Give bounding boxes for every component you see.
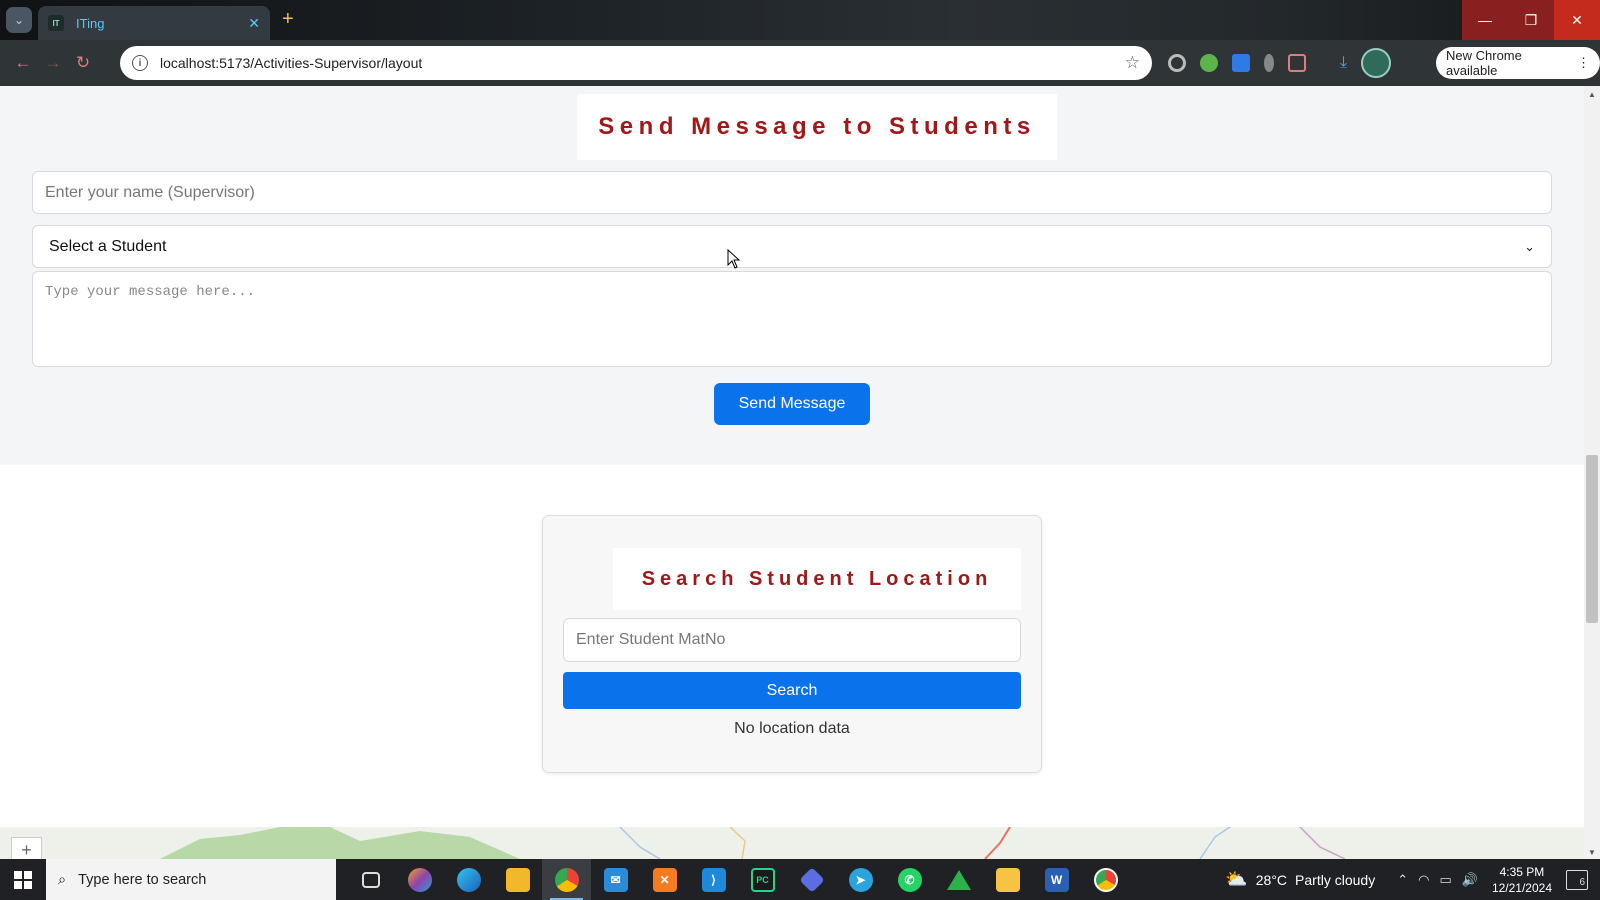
file-explorer-icon[interactable] xyxy=(983,859,1032,900)
android-studio-icon[interactable] xyxy=(934,859,983,900)
supervisor-name-input[interactable]: Enter your name (Supervisor) xyxy=(32,171,1552,214)
chrome-profile-icon[interactable] xyxy=(1081,859,1130,900)
notifications-icon[interactable]: 6 xyxy=(1566,869,1588,890)
map-tiles xyxy=(160,826,1346,859)
page-scrollbar[interactable]: ▲ ▼ xyxy=(1584,86,1600,859)
clock[interactable]: 4:35 PM 12/21/2024 xyxy=(1492,864,1552,896)
page-viewport: Send Message to Students Enter your name… xyxy=(0,86,1584,859)
extension-gray-icon[interactable] xyxy=(1264,54,1274,72)
start-windows-icon[interactable] xyxy=(0,859,46,900)
download-icon[interactable]: ⤓ xyxy=(1340,54,1347,72)
scroll-thumb[interactable] xyxy=(1586,455,1598,623)
location-status: No location data xyxy=(734,720,850,737)
browser-titlebar: ⌄ IT ITing ✕ + — ❐ ✕ xyxy=(0,0,1600,40)
map-zoom-in-button[interactable]: + xyxy=(11,837,42,859)
extension-green-icon[interactable] xyxy=(1200,54,1218,72)
weather-cloud-icon: ⛅ xyxy=(1225,869,1248,889)
scroll-down-icon[interactable]: ▼ xyxy=(1588,848,1596,857)
extension-circle-icon[interactable] xyxy=(1168,54,1186,72)
minimize-icon[interactable]: — xyxy=(1462,0,1508,40)
student-select[interactable]: Select a Student ⌄ xyxy=(32,225,1552,268)
reload-icon[interactable]: ↻ xyxy=(68,53,98,73)
copilot-icon[interactable] xyxy=(395,859,444,900)
url-text[interactable]: localhost:5173/Activities-Supervisor/lay… xyxy=(160,55,1125,71)
browser-toolbar: ← → ↻ i localhost:5173/Activities-Superv… xyxy=(0,40,1600,86)
chevron-down-icon: ⌄ xyxy=(1524,238,1535,254)
scroll-up-icon[interactable]: ▲ xyxy=(1588,90,1596,99)
browser-tab[interactable]: IT ITing ✕ xyxy=(38,6,270,40)
update-label: New Chrome available xyxy=(1446,48,1522,78)
weather-temp: 28°C xyxy=(1255,871,1288,888)
site-info-icon[interactable]: i xyxy=(132,55,148,71)
whatsapp-icon[interactable]: ✆ xyxy=(885,859,934,900)
tray-icons: ⌃ ◠ ▭ 🔊 xyxy=(1397,872,1478,888)
window-controls: — ❐ ✕ xyxy=(1462,0,1600,40)
battery-icon[interactable]: ▭ xyxy=(1439,872,1451,888)
extensions-area: ⤓ xyxy=(1168,48,1392,78)
send-message-heading: Send Message to Students xyxy=(577,94,1057,160)
task-view-icon[interactable] xyxy=(346,859,395,900)
vscode-icon[interactable]: ⟩ xyxy=(689,859,738,900)
xampp-icon[interactable]: ✕ xyxy=(640,859,689,900)
volume-icon[interactable]: 🔊 xyxy=(1462,872,1478,888)
app-diamond-icon[interactable] xyxy=(787,859,836,900)
address-bar[interactable]: i localhost:5173/Activities-Supervisor/l… xyxy=(120,46,1152,80)
search-icon: ⌕ xyxy=(58,871,67,888)
restore-icon[interactable]: ❐ xyxy=(1508,0,1554,40)
favicon-icon: IT xyxy=(48,15,64,31)
edge-icon[interactable] xyxy=(444,859,493,900)
clock-time: 4:35 PM xyxy=(1499,864,1545,879)
taskbar-search-box[interactable]: ⌕ Type here to search xyxy=(46,859,336,900)
extension-blue-icon[interactable] xyxy=(1232,54,1250,72)
matno-input[interactable]: Enter Student MatNo xyxy=(563,618,1021,662)
chrome-icon[interactable] xyxy=(542,859,591,900)
word-icon[interactable]: W xyxy=(1032,859,1081,900)
taskbar-apps: ✉ ✕ ⟩ PC ➤ ✆ W xyxy=(346,859,1130,900)
telegram-icon[interactable]: ➤ xyxy=(836,859,885,900)
mail-icon[interactable]: ✉ xyxy=(591,859,640,900)
message-textarea[interactable]: Type your message here... xyxy=(32,271,1552,367)
profile-avatar[interactable] xyxy=(1361,48,1392,78)
notification-count: 6 xyxy=(1579,876,1585,888)
forward-icon[interactable]: → xyxy=(38,53,68,73)
map[interactable]: + xyxy=(0,826,1584,859)
tab-search-chevron-icon[interactable]: ⌄ xyxy=(6,7,32,33)
mouse-cursor-icon xyxy=(727,249,741,269)
windows-taskbar: ⌕ Type here to search ✉ ✕ ⟩ PC ➤ ✆ W ⛅ 1… xyxy=(0,859,1600,900)
send-message-button[interactable]: Send Message xyxy=(714,383,870,425)
clock-date: 12/21/2024 xyxy=(1491,880,1552,895)
kebab-menu-icon[interactable]: ⋮ xyxy=(1577,55,1590,71)
weather-widget[interactable]: ⛅ 1 28°C Partly cloudy xyxy=(1225,869,1375,890)
close-tab-icon[interactable]: ✕ xyxy=(248,15,260,32)
wifi-icon[interactable]: ◠ xyxy=(1418,872,1429,888)
weather-desc: Partly cloudy xyxy=(1295,871,1376,888)
search-button[interactable]: Search xyxy=(563,672,1021,709)
system-tray: ⛅ 1 28°C Partly cloudy ⌃ ◠ ▭ 🔊 4:35 PM 1… xyxy=(1225,859,1600,900)
bookmark-star-icon[interactable]: ☆ xyxy=(1125,53,1140,73)
close-window-icon[interactable]: ✕ xyxy=(1554,0,1600,40)
taskbar-search-placeholder: Type here to search xyxy=(78,871,207,888)
extensions-puzzle-icon[interactable] xyxy=(1288,54,1306,72)
new-tab-icon[interactable]: + xyxy=(282,8,294,31)
microsoft-store-icon[interactable] xyxy=(493,859,542,900)
student-select-value: Select a Student xyxy=(49,237,167,255)
tab-title: ITing xyxy=(76,15,105,31)
chrome-update-button[interactable]: New Chrome available ⋮ xyxy=(1436,47,1600,79)
pycharm-icon[interactable]: PC xyxy=(738,859,787,900)
chevron-up-icon[interactable]: ⌃ xyxy=(1397,872,1408,888)
search-location-heading: Search Student Location xyxy=(613,548,1021,610)
back-icon[interactable]: ← xyxy=(8,53,38,73)
